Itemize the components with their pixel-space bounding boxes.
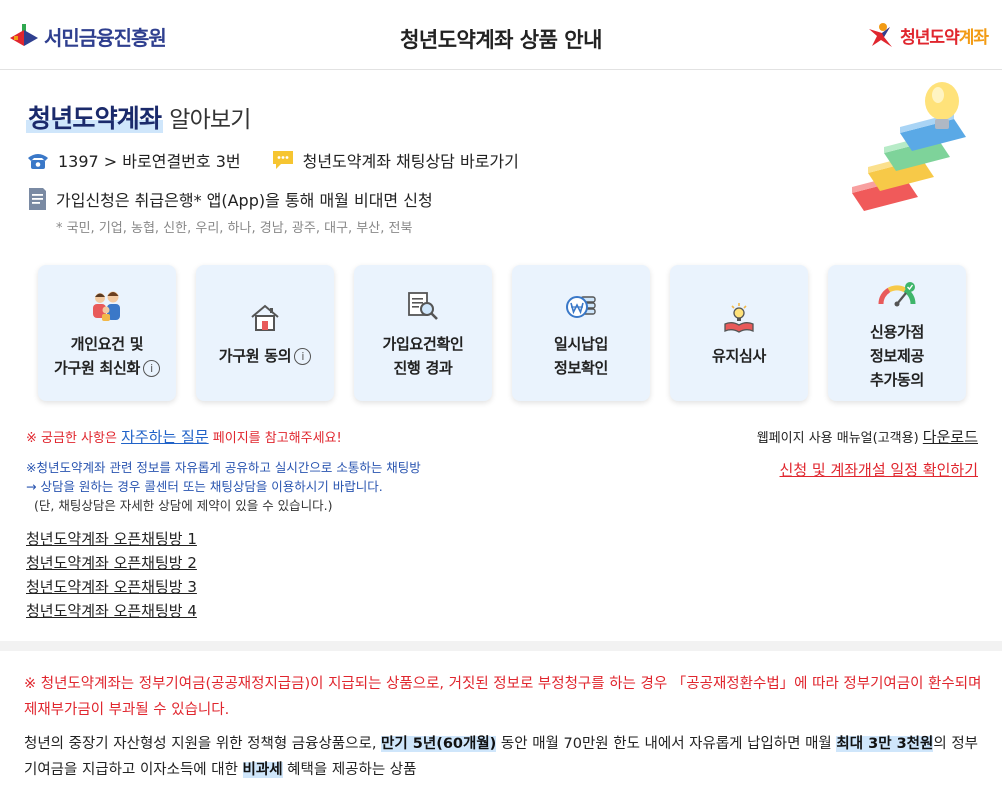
page-title: 청년도약계좌 상품 안내 [400, 28, 602, 52]
chat-bubble-icon [271, 149, 295, 171]
stairs-lightbulb-illustration [852, 82, 966, 211]
won-coin-icon [564, 286, 598, 326]
highlight-tax-free: 비과세 [242, 762, 283, 778]
card-lump-sum-line2: 정보확인 [553, 359, 608, 377]
card-eligibility-line1: 가입요건확인 [382, 335, 464, 353]
intro-section: 청년도약계좌 알아보기 1397 > 바로연결번호 3번 청년도약계좌 채팅상담 … [0, 71, 1002, 641]
info-icon[interactable]: i [142, 360, 160, 377]
star-person-icon [869, 23, 893, 47]
apply-row: 가입신청은 취급은행* 앱(App)을 통해 매월 비대면 신청 [26, 187, 433, 211]
card-personal-update-line2: 가구원 최신화 [54, 359, 140, 377]
apply-text: 가입신청은 취급은행* 앱(App)을 통해 매월 비대면 신청 [56, 191, 433, 210]
product-logo[interactable]: 청년도약계좌 [868, 21, 989, 49]
top-header: 서민금융진흥원 청년도약계좌 상품 안내 청년도약계좌 [0, 0, 1002, 70]
card-credit-line2: 정보제공 [869, 347, 924, 365]
chatroom-notice: ※청년도약계좌 관련 정보를 자유롭게 공유하고 실시간으로 소통하는 채팅방 … [26, 458, 421, 515]
section-title: 청년도약계좌 알아보기 [26, 99, 251, 135]
open-chatroom-list: 청년도약계좌 오픈채팅방 1 청년도약계좌 오픈채팅방 2 청년도약계좌 오픈채… [26, 527, 197, 623]
card-personal-update-line1: 개인요건 및 [70, 335, 144, 353]
card-personal-update[interactable]: 개인요건 및가구원 최신화 i [38, 265, 176, 401]
family-icon [89, 286, 125, 326]
card-credit-consent[interactable]: 신용가점정보제공추가동의 [828, 265, 966, 401]
house-icon [249, 298, 281, 338]
faq-link[interactable]: 자주하는 질문 [121, 428, 209, 446]
card-credit-line1: 신용가점 [869, 323, 924, 341]
highlight-max-contribution: 최대 3만 3천원 [836, 736, 934, 752]
product-description: 청년의 중장기 자산형성 지원을 위한 정책형 금융상품으로, 만기 5년(60… [24, 736, 979, 778]
section-divider [0, 641, 1002, 651]
card-credit-line3: 추가동의 [869, 371, 924, 389]
card-household-consent-label: 가구원 동의 [218, 347, 292, 365]
info-icon[interactable]: i [294, 348, 312, 365]
chat-consult-link[interactable]: 청년도약계좌 채팅상담 바로가기 [303, 148, 519, 172]
card-eligibility-progress[interactable]: 가입요건확인진행 경과 [354, 265, 492, 401]
card-maintenance-review[interactable]: 유지심사 [670, 265, 808, 401]
book-lamp-icon [722, 298, 756, 338]
chatroom-notice-line3: (단, 채팅상담은 자세한 상담에 제약이 있을 수 있습니다.) [34, 498, 333, 513]
document-search-icon [406, 286, 440, 326]
faq-notice: ※ 궁금한 사항은 자주하는 질문 페이지를 참고해주세요! [26, 428, 342, 446]
section-title-highlight: 청년도약계좌 [26, 104, 164, 133]
open-chatroom-link-2[interactable]: 청년도약계좌 오픈채팅방 2 [26, 551, 197, 575]
document-icon [29, 188, 46, 210]
chatroom-notice-line1: ※청년도약계좌 관련 정보를 자유롭게 공유하고 실시간으로 소통하는 채팅방 [26, 460, 421, 475]
card-household-consent[interactable]: 가구원 동의 i [196, 265, 334, 401]
manual-download: 웹페이지 사용 매뉴얼(고객용) 다운로드 [756, 428, 978, 446]
open-chatroom-link-1[interactable]: 청년도약계좌 오픈채팅방 1 [26, 527, 197, 551]
legal-warning: ※ 청년도약계좌는 정부기여금(공공재정지급금)이 지급되는 상품으로, 거짓된… [24, 676, 982, 718]
open-chatroom-link-3[interactable]: 청년도약계좌 오픈채팅방 3 [26, 575, 197, 599]
phone-icon [26, 149, 50, 171]
phone-number-text: 1397 > 바로연결번호 3번 [58, 152, 241, 171]
schedule-link[interactable]: 신청 및 계좌개설 일정 확인하기 [780, 459, 978, 480]
menu-cards: 개인요건 및 가구원 최신화 i 가구원 동의 i 가입요건확인 진행 경과 일… [38, 265, 966, 401]
bank-list-note: * 국민, 기업, 농협, 신한, 우리, 하나, 경남, 광주, 대구, 부산… [56, 221, 413, 236]
highlight-maturity: 만기 5년(60개월) [381, 736, 497, 752]
gauge-icon [877, 274, 917, 314]
contact-row: 1397 > 바로연결번호 3번 청년도약계좌 채팅상담 바로가기 [26, 148, 519, 172]
manual-download-link[interactable]: 다운로드 [923, 428, 978, 446]
open-chatroom-link-4[interactable]: 청년도약계좌 오픈채팅방 4 [26, 599, 197, 623]
chatroom-notice-line2: → 상담을 원하는 경우 콜센터 또는 채팅상담을 이용하시기 바랍니다. [26, 479, 383, 494]
card-lump-sum-line1: 일시납입 [553, 335, 608, 353]
section-title-rest: 알아보기 [169, 107, 251, 133]
card-maintenance-label: 유지심사 [711, 347, 766, 365]
card-lump-sum-info[interactable]: 일시납입정보확인 [512, 265, 650, 401]
card-eligibility-line2: 진행 경과 [393, 359, 453, 377]
product-logo-text: 청년도약계좌 [900, 27, 989, 48]
